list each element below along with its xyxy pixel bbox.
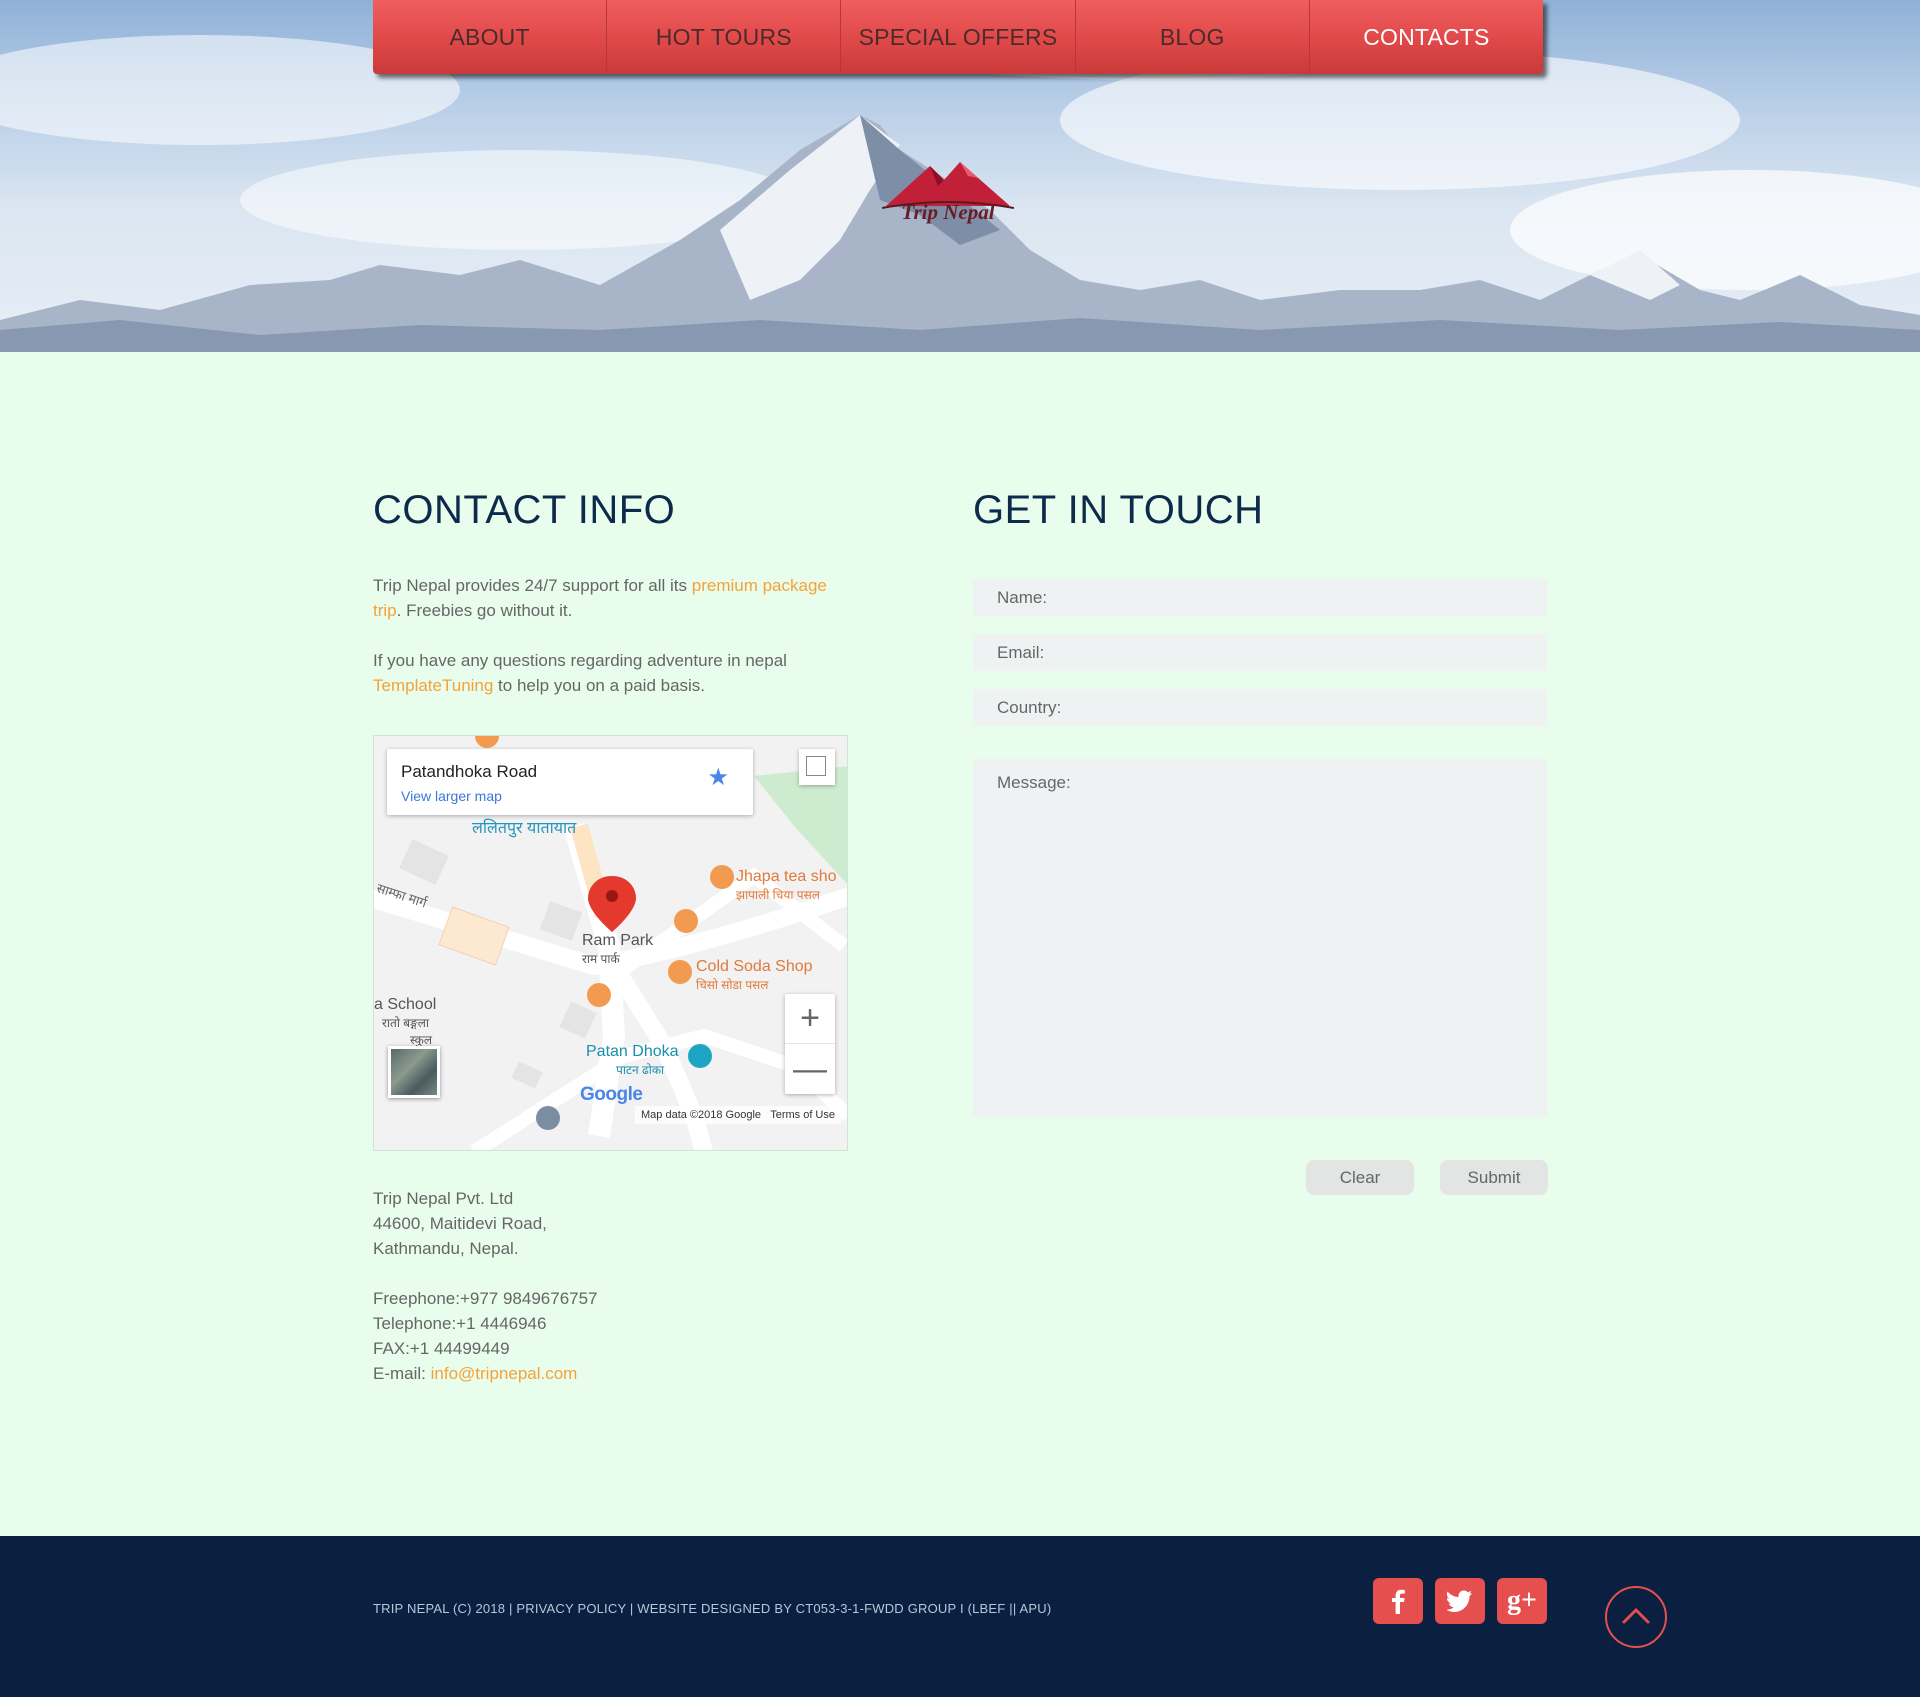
map-label-jhapa: Jhapa tea sho झापाली चिया पसल [736, 868, 837, 903]
google-logo: Google [580, 1084, 643, 1105]
support-text: Trip Nepal provides 24/7 support for all… [373, 576, 692, 595]
map-attribution: Map data ©2018 Google Terms of Use [635, 1106, 841, 1124]
nav-about[interactable]: ABOUT [373, 0, 608, 74]
email-link[interactable]: info@tripnepal.com [431, 1364, 578, 1383]
fax-number: FAX:+1 44499449 [373, 1339, 510, 1358]
map-label-ram-park-local: राम पार्क [582, 952, 620, 966]
zoom-out-button[interactable]: — [785, 1044, 835, 1094]
facebook-icon[interactable] [1373, 1578, 1423, 1624]
address-line-2: 44600, Maitidevi Road, [373, 1214, 547, 1233]
email-line: E-mail: info@tripnepal.com [373, 1361, 598, 1386]
questions-text-end: to help you on a paid basis. [493, 676, 706, 695]
view-larger-map-link[interactable]: View larger map [401, 788, 502, 804]
nav-contacts[interactable]: CONTACTS [1310, 0, 1543, 74]
map-label-patan-dhoka: Patan Dhoka पाटन ढोका [586, 1043, 679, 1078]
map-embed[interactable]: ललितपुर यातायात साम्फा मार्ग Ram Park रा… [373, 735, 848, 1151]
map-place-title: Patandhoka Road [401, 762, 538, 781]
map-place-card: Patandhoka Road View larger map ★ [387, 749, 753, 815]
freephone-number: Freephone:+977 9849676757 [373, 1289, 598, 1308]
templatetuning-link[interactable]: TemplateTuning [373, 676, 493, 695]
hero-banner: ABOUT HOT TOURS SPECIAL OFFERS BLOG CONT… [0, 0, 1920, 352]
support-text-end: . Freebies go without it. [396, 601, 573, 620]
map-label-school: a School रातो बङ्गला स्कुल [374, 996, 436, 1048]
get-in-touch-title: GET IN TOUCH [973, 488, 1264, 532]
map-label-school-local-1: रातो बङ्गला [382, 1016, 429, 1030]
map-label-jhapa-en: Jhapa tea sho [736, 868, 837, 885]
copyright-text: TRIP NEPAL (C) 2018 | PRIVACY POLICY | W… [373, 1601, 1052, 1616]
logo-text: Trip Nepal [901, 200, 995, 224]
map-label-ram-park-en: Ram Park [582, 932, 654, 949]
map-label-cold-soda: Cold Soda Shop चिसो सोडा पसल [696, 958, 813, 993]
twitter-icon[interactable] [1435, 1578, 1485, 1624]
chevron-up-icon [1622, 1608, 1650, 1624]
address-line-3: Kathmandu, Nepal. [373, 1239, 519, 1258]
twitter-glyph [1447, 1590, 1472, 1612]
fullscreen-icon[interactable] [799, 749, 835, 785]
email-label: E-mail: [373, 1364, 431, 1383]
map-label-jhapa-local: झापाली चिया पसल [736, 888, 820, 902]
telephone-number: Telephone:+1 4446946 [373, 1314, 547, 1333]
back-to-top-button[interactable] [1605, 1586, 1667, 1648]
nav-special-offers[interactable]: SPECIAL OFFERS [841, 0, 1076, 74]
footer: TRIP NEPAL (C) 2018 | PRIVACY POLICY | W… [0, 1536, 1920, 1697]
name-field[interactable] [973, 579, 1547, 616]
nav-hot-tours[interactable]: HOT TOURS [607, 0, 842, 74]
questions-text: If you have any questions regarding adve… [373, 651, 787, 670]
message-field[interactable] [973, 759, 1547, 1117]
zoom-controls: + — [785, 994, 835, 1094]
country-field[interactable] [973, 689, 1547, 726]
logo[interactable]: Trip Nepal [881, 156, 1015, 232]
map-label-ram-park: Ram Park राम पार्क [582, 932, 653, 967]
contact-info-title: CONTACT INFO [373, 488, 676, 532]
satellite-toggle[interactable] [388, 1046, 440, 1098]
phone-list: Freephone:+977 9849676757 Telephone:+1 4… [373, 1286, 598, 1386]
facebook-glyph [1392, 1589, 1405, 1614]
map-label-transport: ललितपुर यातायात [472, 820, 577, 837]
submit-button[interactable]: Submit [1440, 1160, 1548, 1195]
map-label-patan-dhoka-en: Patan Dhoka [586, 1043, 679, 1060]
email-field[interactable] [973, 634, 1547, 671]
main-nav: ABOUT HOT TOURS SPECIAL OFFERS BLOG CONT… [373, 0, 1543, 74]
terms-of-use-link[interactable]: Terms of Use [770, 1109, 835, 1121]
support-paragraph: Trip Nepal provides 24/7 support for all… [373, 573, 853, 623]
address-line-1: Trip Nepal Pvt. Ltd [373, 1189, 514, 1208]
map-label-patan-dhoka-local: पाटन ढोका [616, 1063, 665, 1077]
clear-button[interactable]: Clear [1306, 1160, 1414, 1195]
map-label-cold-soda-local: चिसो सोडा पसल [696, 978, 769, 992]
map-label-cold-soda-en: Cold Soda Shop [696, 958, 813, 975]
google-plus-icon[interactable]: g+ [1497, 1578, 1547, 1624]
company-address: Trip Nepal Pvt. Ltd 44600, Maitidevi Roa… [373, 1186, 547, 1261]
map-data-text: Map data ©2018 Google [641, 1109, 762, 1121]
save-star-icon[interactable]: ★ [707, 763, 729, 792]
questions-paragraph: If you have any questions regarding adve… [373, 648, 853, 698]
nav-blog[interactable]: BLOG [1076, 0, 1310, 74]
map-label-school-en: a School [374, 996, 437, 1013]
zoom-in-button[interactable]: + [785, 994, 835, 1044]
